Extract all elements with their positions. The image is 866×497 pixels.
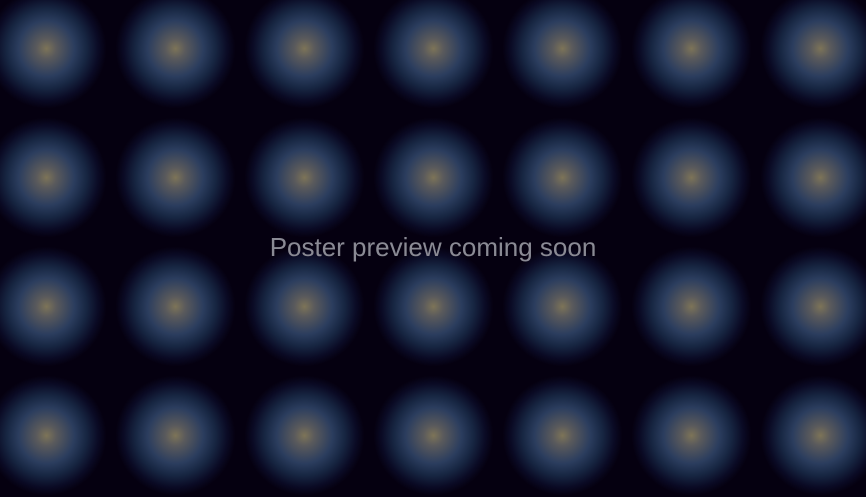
poster-placeholder-text: Poster preview coming soon: [269, 232, 597, 262]
poster-preview: Poster preview coming soon: [0, 0, 866, 497]
